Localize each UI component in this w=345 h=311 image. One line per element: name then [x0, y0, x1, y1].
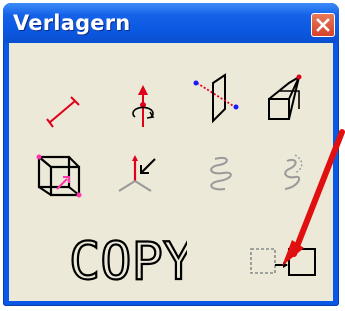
copy-text-icon: COPY [68, 231, 195, 293]
mirror-plane-button[interactable] [187, 73, 245, 131]
project-box-icon [268, 74, 302, 120]
window-title: Verlagern [13, 11, 131, 35]
axis-move-button[interactable] [111, 145, 169, 203]
move-line-button[interactable] [37, 83, 95, 141]
tool-palette: COPY [9, 43, 333, 301]
box-transform-button[interactable] [33, 149, 91, 207]
rotate-button[interactable] [113, 81, 171, 139]
copy-boxes-icon [250, 248, 316, 276]
copy-label: COPY [67, 231, 195, 293]
mirror-plane-icon [193, 73, 239, 124]
path-sweep-button [265, 147, 323, 205]
box-transform-icon [36, 154, 82, 198]
spiral-button [195, 147, 253, 205]
move-line-icon [46, 96, 80, 128]
spiral-icon [210, 156, 232, 191]
rotate-axis-icon [132, 85, 155, 127]
close-icon [316, 18, 330, 32]
title-bar[interactable]: Verlagern [3, 3, 339, 43]
copy-move-button[interactable] [247, 241, 323, 287]
copy-text: COPY [69, 232, 187, 291]
project-box-button[interactable] [259, 73, 317, 131]
close-button[interactable] [311, 13, 335, 37]
axis-move-icon [118, 155, 156, 192]
path-sweep-icon [284, 154, 303, 190]
verlagern-window: Verlagern COPY [3, 3, 339, 306]
